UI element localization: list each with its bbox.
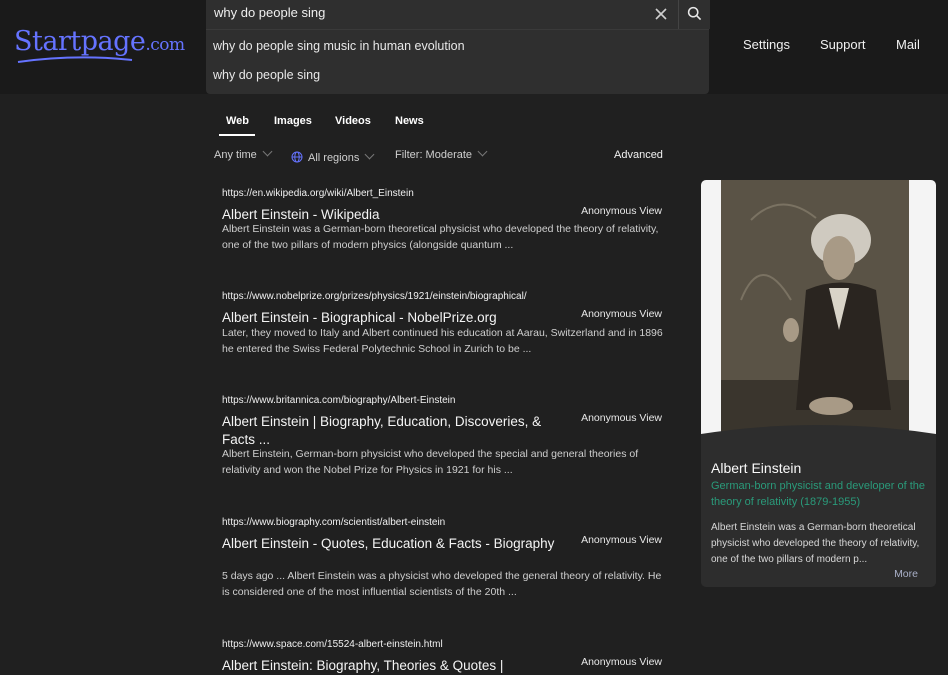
settings-link[interactable]: Settings	[743, 37, 790, 52]
chevron-down-icon	[477, 146, 488, 157]
startpage-logo[interactable]: Startpage.com	[14, 26, 185, 63]
autocomplete-dropdown: why do people sing music in human evolut…	[206, 29, 709, 94]
tab-news[interactable]: News	[395, 115, 424, 127]
logo-suffix: .com	[145, 35, 185, 55]
anonymous-view-link[interactable]: Anonymous View	[581, 412, 662, 424]
mail-link[interactable]: Mail	[896, 37, 920, 52]
search-result: https://en.wikipedia.org/wiki/Albert_Ein…	[222, 188, 664, 251]
result-url[interactable]: https://www.britannica.com/biography/Alb…	[222, 395, 664, 406]
knowledge-panel: Albert Einstein German-born physicist an…	[701, 180, 936, 587]
search-button[interactable]	[678, 0, 710, 29]
search-result: https://www.space.com/15524-albert-einst…	[222, 639, 664, 673]
tab-videos[interactable]: Videos	[335, 115, 371, 127]
chevron-down-icon	[262, 146, 273, 157]
chevron-down-icon	[364, 149, 375, 160]
result-title[interactable]: Albert Einstein - Quotes, Education & Fa…	[222, 535, 567, 553]
photo-frame	[721, 180, 909, 434]
search-result: https://www.nobelprize.org/prizes/physic…	[222, 291, 664, 355]
region-filter-label: All regions	[308, 152, 360, 164]
suggestion-item[interactable]: why do people sing music in human evolut…	[213, 39, 465, 53]
time-filter-label: Any time	[214, 149, 257, 161]
anonymous-view-link[interactable]: Anonymous View	[581, 534, 662, 546]
tab-web[interactable]: Web	[226, 115, 249, 127]
result-title[interactable]: Albert Einstein: Biography, Theories & Q…	[222, 657, 567, 675]
result-snippet: Albert Einstein, German-born physicist w…	[222, 448, 639, 476]
safe-search-filter[interactable]: Filter: Moderate	[395, 146, 488, 161]
panel-subtitle: German-born physicist and developer of t…	[711, 480, 926, 508]
anonymous-view-link[interactable]: Anonymous View	[581, 308, 662, 320]
result-url[interactable]: https://www.space.com/15524-albert-einst…	[222, 639, 664, 650]
photo-curve	[701, 425, 936, 446]
more-link[interactable]: More	[894, 568, 918, 580]
result-url[interactable]: https://www.biography.com/scientist/albe…	[222, 517, 664, 528]
einstein-photo[interactable]	[701, 180, 936, 446]
tab-images[interactable]: Images	[274, 115, 312, 127]
result-title[interactable]: Albert Einstein | Biography, Education, …	[222, 413, 567, 449]
suggestion-item[interactable]: why do people sing	[213, 68, 320, 82]
support-link[interactable]: Support	[820, 37, 866, 52]
portrait-illustration	[721, 180, 909, 434]
logo-swoosh-icon	[17, 56, 133, 63]
logo-text: Startpage	[14, 26, 146, 57]
result-snippet: Later, they moved to Italy and Albert co…	[222, 327, 663, 355]
advanced-link[interactable]: Advanced	[614, 149, 663, 161]
search-result: https://www.britannica.com/biography/Alb…	[222, 395, 664, 476]
result-url[interactable]: https://en.wikipedia.org/wiki/Albert_Ein…	[222, 188, 664, 199]
time-filter[interactable]: Any time	[214, 146, 273, 161]
anonymous-view-link[interactable]: Anonymous View	[581, 205, 662, 217]
panel-description: Albert Einstein was a German-born theore…	[711, 522, 920, 565]
region-filter[interactable]: All regions	[291, 149, 375, 164]
panel-title: Albert Einstein	[711, 460, 802, 476]
result-snippet: 5 days ago ... Albert Einstein was a phy…	[222, 570, 662, 598]
search-result: https://www.biography.com/scientist/albe…	[222, 517, 664, 598]
search-query[interactable]: why do people sing	[214, 5, 325, 20]
safe-search-label: Filter: Moderate	[395, 149, 473, 161]
clear-icon[interactable]	[653, 6, 669, 22]
active-tab-indicator	[219, 134, 255, 136]
result-snippet: Albert Einstein was a German-born theore…	[222, 223, 659, 251]
anonymous-view-link[interactable]: Anonymous View	[581, 656, 662, 668]
search-input[interactable]: why do people sing	[206, 0, 709, 29]
search-icon	[687, 6, 702, 21]
globe-icon	[291, 151, 303, 163]
result-url[interactable]: https://www.nobelprize.org/prizes/physic…	[222, 291, 664, 302]
